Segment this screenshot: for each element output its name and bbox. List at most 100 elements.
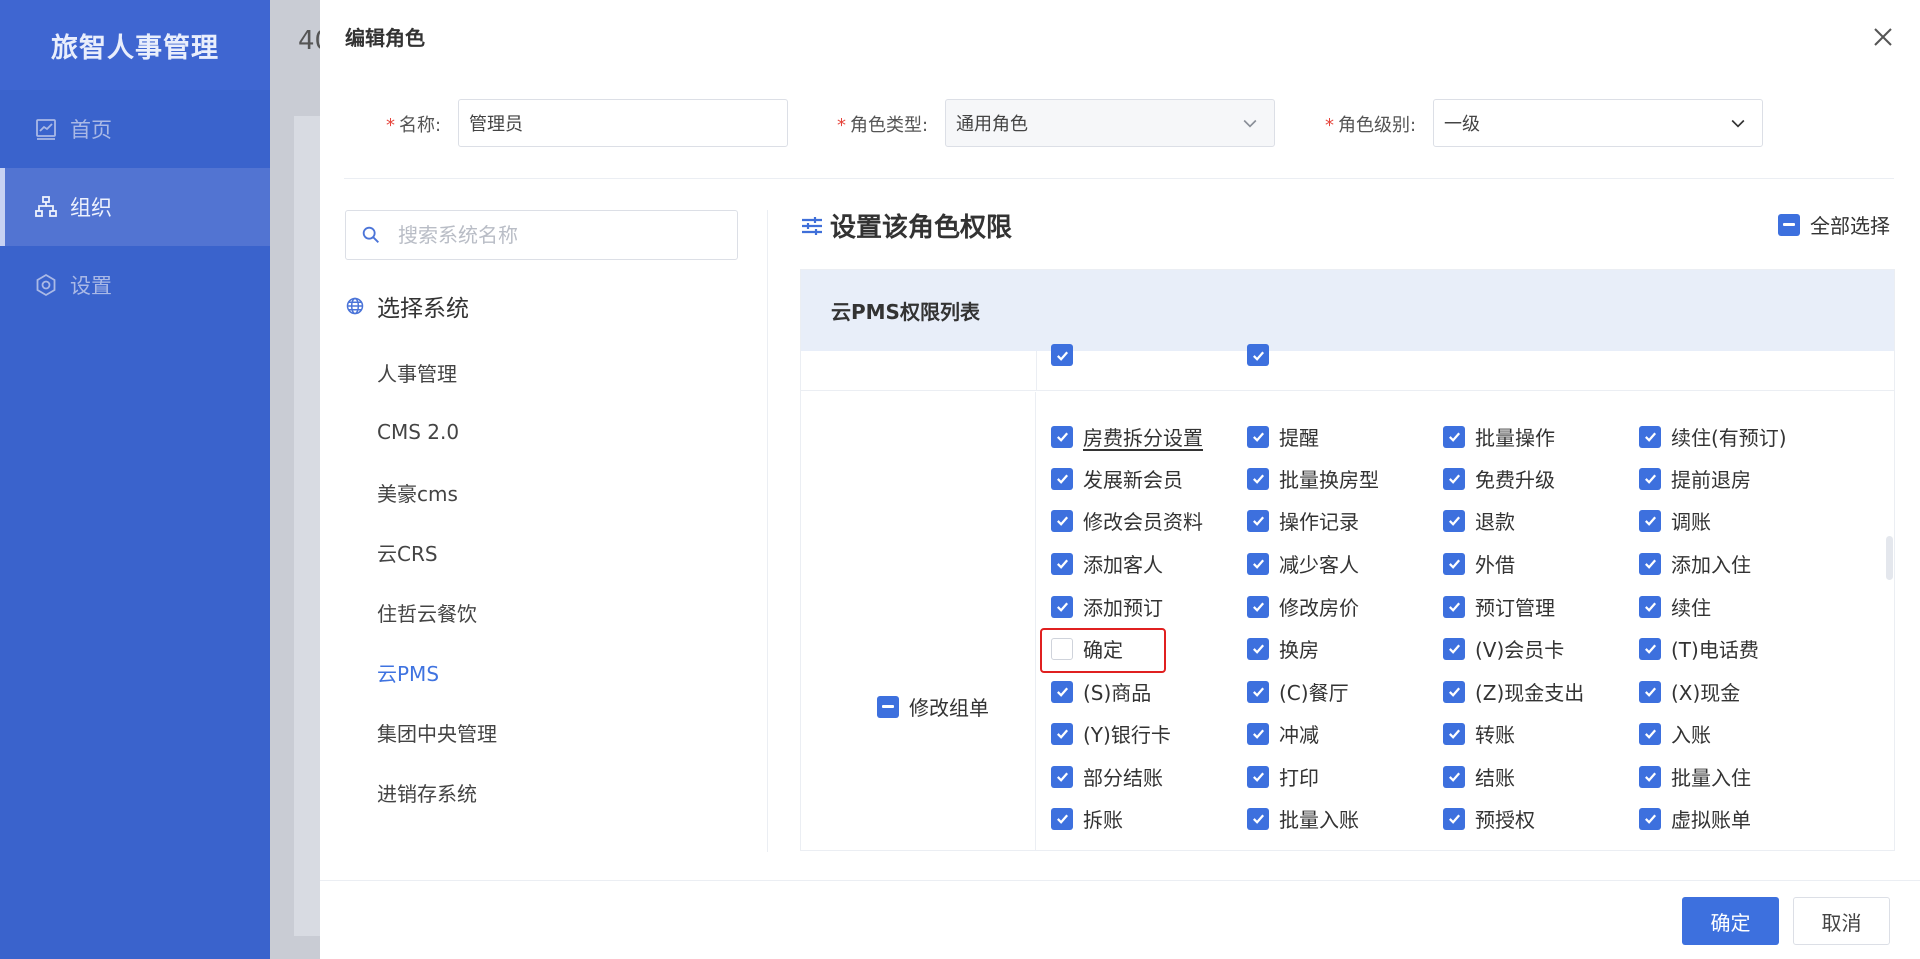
permission-checkbox[interactable]: 操作记录 bbox=[1247, 506, 1443, 535]
globe-icon bbox=[346, 297, 364, 315]
permission-label: 添加预订 bbox=[1083, 596, 1163, 620]
scrollbar-thumb[interactable] bbox=[1886, 536, 1893, 580]
permission-checkbox[interactable]: (C)餐厅 bbox=[1247, 677, 1443, 706]
permission-label: 外借 bbox=[1475, 553, 1515, 577]
permission-checkbox[interactable]: (Z)现金支出 bbox=[1443, 677, 1639, 706]
permission-checkbox[interactable]: (T)电话费 bbox=[1639, 634, 1835, 663]
checkbox-checked-icon bbox=[1247, 722, 1269, 745]
permission-checkbox[interactable]: 批量换房型 bbox=[1247, 464, 1443, 493]
permission-checkbox[interactable]: 续住(有预订) bbox=[1639, 422, 1835, 451]
permission-label: 预授权 bbox=[1475, 808, 1535, 832]
name-input[interactable]: 管理员 bbox=[458, 99, 788, 147]
permission-checkbox[interactable]: 结账 bbox=[1443, 762, 1639, 791]
checkbox-checked-icon bbox=[1443, 765, 1465, 788]
chevron-down-icon bbox=[1243, 119, 1257, 128]
system-list: 人事管理 CMS 2.0 美豪cms 云CRS 住哲云餐饮 云PMS 集团中央管… bbox=[377, 342, 497, 822]
checkbox-empty-icon bbox=[1051, 637, 1073, 660]
permission-checkbox[interactable]: 确定 bbox=[1051, 634, 1247, 663]
close-button[interactable] bbox=[1866, 20, 1900, 54]
system-search[interactable] bbox=[345, 210, 738, 260]
permission-checkbox[interactable]: 提醒 bbox=[1247, 422, 1443, 451]
permission-checkbox[interactable]: (X)现金 bbox=[1639, 677, 1835, 706]
system-item[interactable]: 进销存系统 bbox=[377, 762, 497, 822]
permission-checkbox[interactable]: 入账 bbox=[1639, 719, 1835, 748]
permission-checkbox[interactable]: 添加预订 bbox=[1051, 592, 1247, 621]
permission-checkbox[interactable]: 调账 bbox=[1639, 506, 1835, 535]
permission-checkbox[interactable]: 虚拟账单 bbox=[1639, 804, 1835, 833]
permission-label: 续住(有预订) bbox=[1671, 426, 1787, 450]
permission-checkbox[interactable]: 预授权 bbox=[1443, 804, 1639, 833]
permission-label: 确定 bbox=[1083, 638, 1123, 662]
system-item-active[interactable]: 云PMS bbox=[377, 642, 497, 702]
checkbox-checked-icon bbox=[1247, 425, 1269, 448]
checkbox-checked-icon bbox=[1247, 509, 1269, 532]
checkbox-checked-icon bbox=[1051, 425, 1073, 448]
permission-checkbox[interactable]: 发展新会员 bbox=[1051, 464, 1247, 493]
nav-item-settings[interactable]: 设置 bbox=[0, 246, 270, 324]
permission-checkbox[interactable]: 外借 bbox=[1443, 549, 1639, 578]
system-item[interactable]: 集团中央管理 bbox=[377, 702, 497, 762]
system-search-input[interactable] bbox=[398, 223, 718, 247]
system-item[interactable]: 云CRS bbox=[377, 522, 497, 582]
permission-checkbox[interactable]: 拆账 bbox=[1051, 804, 1247, 833]
permission-label: 添加客人 bbox=[1083, 553, 1163, 577]
permission-checkbox[interactable]: 批量操作 bbox=[1443, 422, 1639, 451]
permission-label: 房费拆分设置 bbox=[1083, 426, 1203, 450]
nav-item-home[interactable]: 首页 bbox=[0, 90, 270, 168]
checkbox-checked-icon bbox=[1443, 722, 1465, 745]
checkbox-checked-icon bbox=[1443, 680, 1465, 703]
permission-checkbox[interactable]: 提前退房 bbox=[1639, 464, 1835, 493]
sidebar: 旅智人事管理 首页 组织 设置 bbox=[0, 0, 270, 959]
permission-row: 房费拆分设置 提醒 批量操作 续住(有预订) bbox=[1051, 422, 1835, 451]
permission-label: 预订管理 bbox=[1475, 596, 1555, 620]
permission-label: 提前退房 bbox=[1671, 468, 1751, 492]
permission-checkbox[interactable]: (Y)银行卡 bbox=[1051, 719, 1247, 748]
permission-label: 拆账 bbox=[1083, 808, 1123, 832]
permission-label: 添加入住 bbox=[1671, 553, 1751, 577]
checkbox-checked-icon bbox=[1051, 722, 1073, 745]
permission-checkbox[interactable]: 打印 bbox=[1247, 762, 1443, 791]
system-item[interactable]: 美豪cms bbox=[377, 462, 497, 522]
permission-checkbox[interactable]: 修改房价 bbox=[1247, 592, 1443, 621]
permission-checkbox[interactable]: (S)商品 bbox=[1051, 677, 1247, 706]
nav-item-org[interactable]: 组织 bbox=[0, 168, 270, 246]
permission-checkbox[interactable]: 添加入住 bbox=[1639, 549, 1835, 578]
checkbox-checked-icon bbox=[1639, 807, 1661, 830]
permission-checkbox[interactable]: 续住 bbox=[1639, 592, 1835, 621]
permission-checkbox[interactable]: (V)会员卡 bbox=[1443, 634, 1639, 663]
checkbox-checked-icon bbox=[1639, 595, 1661, 618]
permission-checkbox[interactable]: 部分结账 bbox=[1051, 762, 1247, 791]
permission-checkbox[interactable]: 修改会员资料 bbox=[1051, 506, 1247, 535]
permission-row: (S)商品 (C)餐厅 (Z)现金支出 (X)现金 bbox=[1051, 677, 1835, 706]
role-level-select[interactable]: 一级 bbox=[1433, 99, 1763, 147]
permission-checkbox[interactable]: 添加客人 bbox=[1051, 549, 1247, 578]
permission-checkbox[interactable]: 免费升级 bbox=[1443, 464, 1639, 493]
confirm-button[interactable]: 确定 bbox=[1682, 897, 1779, 945]
permission-checkbox[interactable]: 房费拆分设置 bbox=[1051, 422, 1247, 451]
role-type-label: * 角色类型: bbox=[837, 115, 929, 136]
check-icon bbox=[1252, 350, 1264, 361]
role-type-select[interactable]: 通用角色 bbox=[945, 99, 1275, 147]
divider bbox=[767, 210, 768, 852]
checkbox[interactable] bbox=[1051, 344, 1073, 366]
group-checkbox[interactable]: 修改组单 bbox=[877, 692, 989, 721]
system-item[interactable]: 住哲云餐饮 bbox=[377, 582, 497, 642]
system-item[interactable]: 人事管理 bbox=[377, 342, 497, 402]
permission-checkbox[interactable]: 批量入住 bbox=[1639, 762, 1835, 791]
sliders-icon bbox=[802, 216, 822, 235]
select-all-checkbox[interactable]: 全部选择 bbox=[1778, 210, 1890, 239]
checkbox-checked-icon bbox=[1051, 807, 1073, 830]
permission-checkbox[interactable]: 预订管理 bbox=[1443, 592, 1639, 621]
permission-checkbox[interactable]: 换房 bbox=[1247, 634, 1443, 663]
system-item[interactable]: CMS 2.0 bbox=[377, 402, 497, 462]
permission-row: 部分结账 打印 结账 批量入住 bbox=[1051, 762, 1835, 791]
permission-checkbox[interactable]: 退款 bbox=[1443, 506, 1639, 535]
checkbox-checked-icon bbox=[1247, 680, 1269, 703]
checkbox-checked-icon bbox=[1639, 680, 1661, 703]
permission-checkbox[interactable]: 减少客人 bbox=[1247, 549, 1443, 578]
permission-checkbox[interactable]: 转账 bbox=[1443, 719, 1639, 748]
checkbox[interactable] bbox=[1247, 344, 1269, 366]
cancel-button[interactable]: 取消 bbox=[1793, 897, 1890, 945]
permission-checkbox[interactable]: 批量入账 bbox=[1247, 804, 1443, 833]
permission-checkbox[interactable]: 冲减 bbox=[1247, 719, 1443, 748]
